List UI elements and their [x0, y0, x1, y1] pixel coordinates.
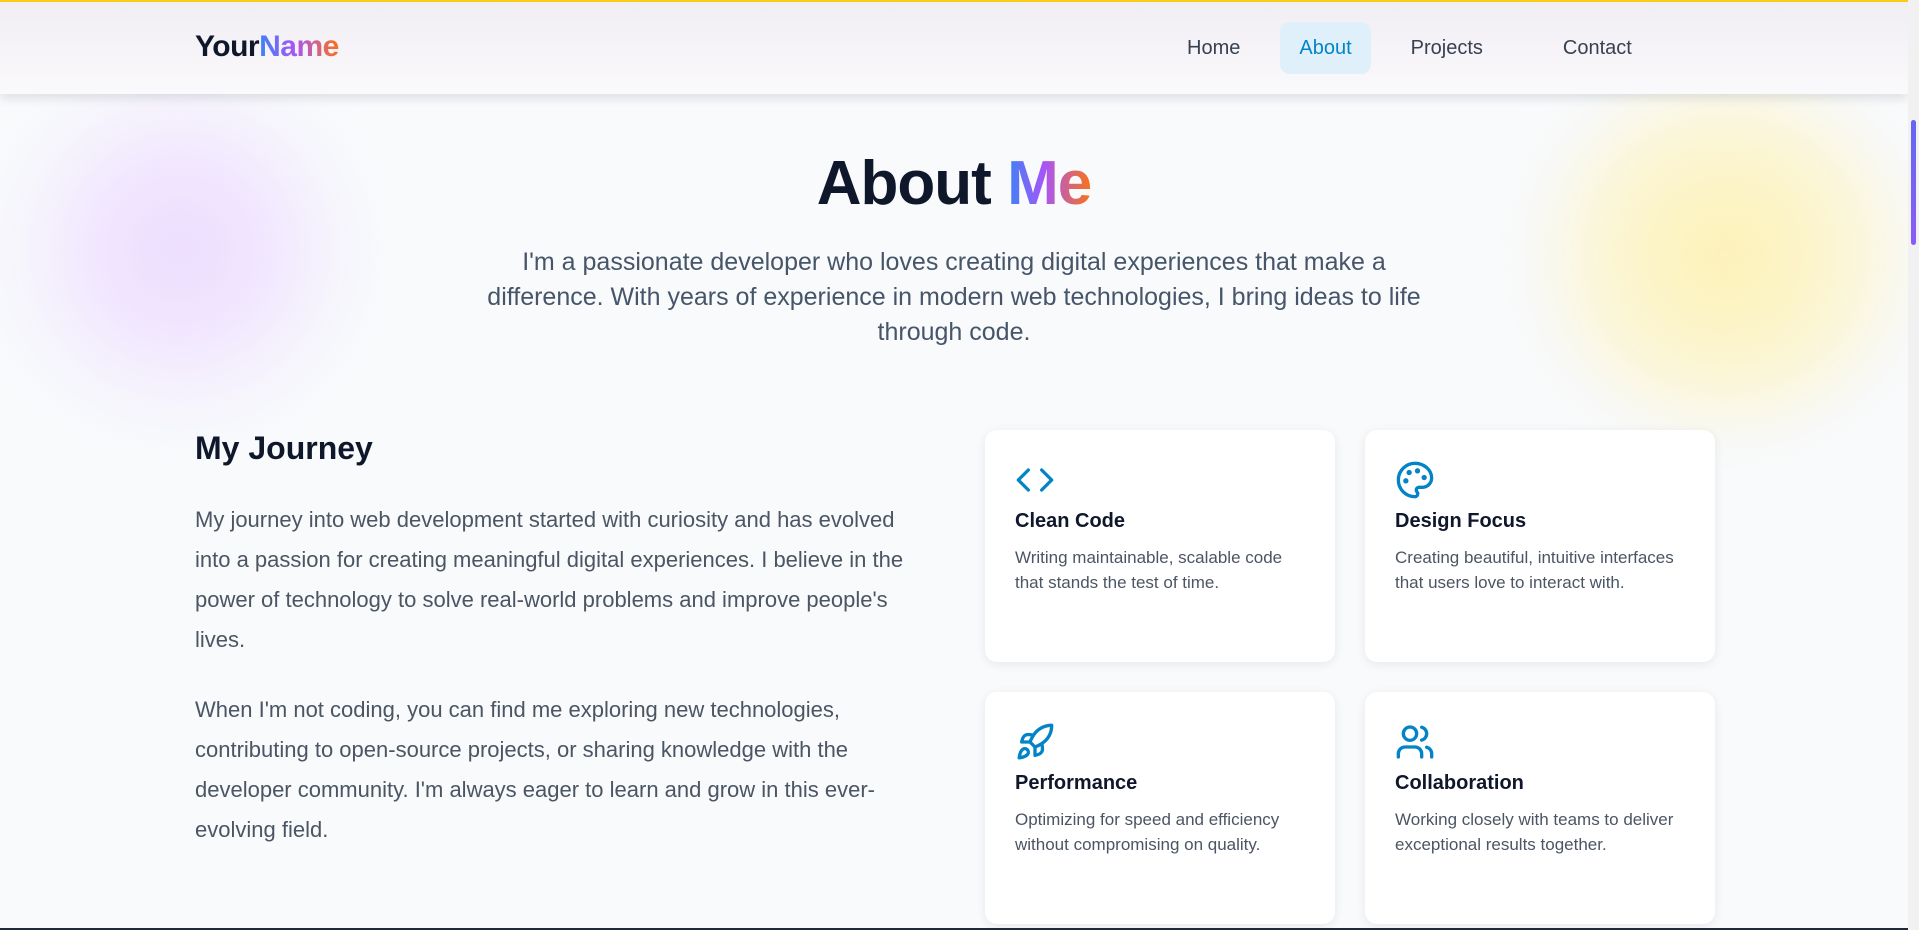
- code-icon: [1016, 468, 1054, 492]
- decorative-blob-yellow: [1530, 85, 1919, 425]
- users-icon: [1396, 725, 1434, 759]
- feature-card-title: Design Focus: [1395, 510, 1527, 532]
- brand-logo[interactable]: YourName: [195, 30, 339, 64]
- page-title-accent: Me: [1007, 149, 1092, 218]
- scrollbar-thumb[interactable]: [1911, 120, 1916, 245]
- page-title: About Me: [0, 148, 1908, 219]
- brand-logo-part2: Name: [259, 30, 339, 63]
- feature-card-collaboration: Collaboration Working closely with teams…: [1365, 692, 1715, 924]
- site-header: YourName Home About Projects Contact: [0, 2, 1908, 94]
- feature-card-desc: Creating beautiful, intuitive interfaces…: [1395, 548, 1674, 592]
- feature-card-title: Clean Code: [1015, 510, 1126, 532]
- nav-item-projects[interactable]: Projects: [1392, 22, 1502, 74]
- main-nav: Home About Projects Contact: [1168, 22, 1651, 74]
- feature-card-desc: Working closely with teams to deliver ex…: [1395, 810, 1674, 854]
- journey-paragraph: When I'm not coding, you can find me exp…: [195, 697, 875, 842]
- feature-card-desc: Writing maintainable, scalable code that…: [1015, 548, 1283, 592]
- decorative-blob-purple: [10, 85, 350, 415]
- feature-card-title: Performance: [1015, 772, 1138, 794]
- journey-paragraph: My journey into web development started …: [195, 507, 904, 652]
- feature-card-clean-code: Clean Code Writing maintainable, scalabl…: [985, 430, 1335, 662]
- page-scrollbar[interactable]: [1908, 0, 1919, 930]
- page-subtitle: I'm a passionate developer who loves cre…: [487, 248, 1421, 346]
- journey-title: My Journey: [195, 430, 373, 466]
- brand-logo-part1: Your: [195, 30, 260, 63]
- nav-item-home[interactable]: Home: [1168, 22, 1259, 74]
- top-accent-line: [0, 0, 1919, 2]
- page-title-main: About: [816, 149, 992, 218]
- page: YourName Home About Projects Contact Abo…: [0, 0, 1919, 930]
- nav-item-about[interactable]: About: [1280, 22, 1371, 74]
- rocket-icon: [1017, 723, 1054, 760]
- feature-card-desc: Optimizing for speed and efficiency with…: [1015, 810, 1280, 854]
- palette-icon: [1396, 461, 1434, 499]
- feature-card-design-focus: Design Focus Creating beautiful, intuiti…: [1365, 430, 1715, 662]
- feature-card-performance: Performance Optimizing for speed and eff…: [985, 692, 1335, 924]
- nav-item-contact[interactable]: Contact: [1544, 22, 1651, 74]
- feature-card-title: Collaboration: [1395, 772, 1524, 794]
